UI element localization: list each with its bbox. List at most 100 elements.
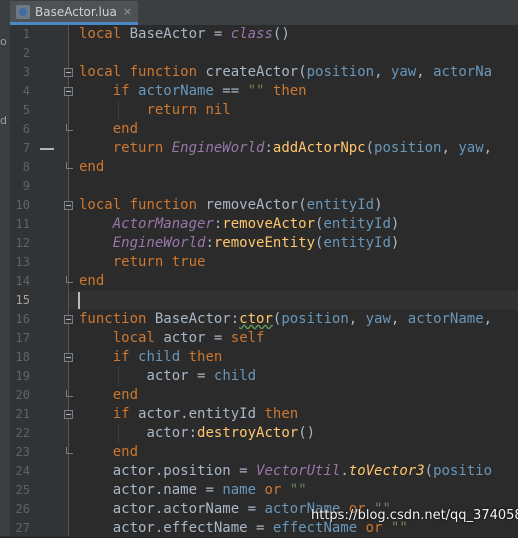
line-number: 26 — [15, 502, 30, 516]
code-line[interactable]: return true — [79, 253, 206, 272]
line-number: 23 — [15, 445, 30, 459]
identifier-token: actor.actorName — [112, 501, 240, 517]
code-line[interactable]: EngineWorld:removeEntity(entityId) — [79, 234, 400, 253]
keyword-token: end — [112, 444, 139, 460]
fold-end-icon[interactable] — [66, 276, 73, 283]
parameter-token: entityId — [323, 216, 391, 232]
line-number: 11 — [15, 217, 30, 231]
parameter-token: actorNa — [433, 64, 493, 80]
parameter-token: child — [138, 349, 181, 365]
line-number: 24 — [15, 464, 30, 478]
parameter-token: entityId — [306, 197, 375, 213]
keyword-token: function — [79, 311, 147, 327]
line-number: 5 — [22, 103, 30, 117]
fold-toggle-icon[interactable] — [64, 201, 73, 210]
parameter-token: yaw — [365, 311, 391, 327]
global-token: EngineWorld — [112, 235, 206, 251]
keyword-token: return — [112, 140, 164, 156]
identifier-token: actor — [146, 368, 189, 384]
code-line[interactable]: actor:destroyActor() — [79, 424, 315, 443]
keyword-token: local — [79, 197, 122, 213]
code-line[interactable]: if actorName == "" then — [79, 82, 307, 101]
global-token: class — [230, 26, 273, 42]
keyword-token: then — [188, 349, 223, 365]
code-line[interactable]: actor.name = name or "" — [79, 481, 307, 500]
parameter-token: child — [213, 368, 257, 384]
code-line[interactable]: local BaseActor = class() — [79, 25, 290, 44]
function-name-token: createActor — [205, 64, 299, 80]
keyword-token: end — [79, 273, 105, 289]
method-token: ctor — [239, 311, 273, 327]
line-number: 10 — [15, 198, 30, 212]
line-number: 4 — [22, 84, 30, 98]
parameter-token: actorName — [407, 311, 484, 327]
line-number: 3 — [22, 65, 30, 79]
keyword-token: return — [146, 102, 198, 118]
code-line[interactable]: if child then — [79, 348, 223, 367]
fold-toggle-icon[interactable] — [64, 87, 73, 96]
left-fragment-text: d — [0, 114, 7, 127]
watermark-text: https://blog.csdn.net/qq_37405874 — [311, 508, 518, 523]
tab-baseactor-lua[interactable]: BaseActor.lua × — [10, 1, 138, 25]
line-number: 14 — [15, 274, 30, 288]
fold-end-icon[interactable] — [66, 390, 73, 397]
fold-toggle-icon[interactable] — [64, 410, 73, 419]
lua-file-icon — [16, 4, 30, 19]
code-line[interactable]: if actor.entityId then — [79, 405, 298, 424]
fold-toggle-icon[interactable] — [64, 68, 73, 77]
tab-filename: BaseActor.lua — [35, 4, 117, 19]
fold-toggle-icon[interactable] — [64, 353, 73, 362]
parameter-token: entityId — [323, 235, 391, 251]
line-number: 6 — [22, 122, 30, 136]
identifier-token: actor.effectName — [112, 520, 248, 536]
code-line[interactable]: end — [79, 386, 138, 405]
code-line[interactable]: local actor = self — [79, 329, 265, 348]
code-line[interactable]: return EngineWorld:addActorNpc(position,… — [79, 139, 492, 158]
line-number: 27 — [15, 521, 30, 535]
code-line[interactable]: function BaseActor:ctor(position, yaw, a… — [79, 310, 492, 329]
line-number-current: 15 — [15, 293, 30, 307]
line-number: 16 — [15, 312, 30, 326]
fold-toggle-icon[interactable] — [64, 315, 73, 324]
fold-end-icon[interactable] — [66, 162, 73, 169]
code-line[interactable]: end — [79, 120, 138, 139]
close-tab-icon[interactable]: × — [123, 5, 132, 18]
identifier-token: actor — [163, 330, 206, 346]
code-line[interactable]: end — [79, 272, 104, 291]
keyword-token: nil — [205, 102, 231, 118]
line-number: 7 — [22, 141, 30, 155]
code-line[interactable]: end — [79, 443, 138, 462]
code-line[interactable]: ActorManager:removeActor(entityId) — [79, 215, 400, 234]
code-line[interactable]: local function removeActor(entityId) — [79, 196, 383, 215]
identifier-token: actor — [146, 425, 189, 441]
line-number: 25 — [15, 483, 30, 497]
line-number: 13 — [15, 255, 30, 269]
code-line[interactable]: return nil — [79, 101, 231, 120]
parameter-token: positio — [433, 463, 493, 479]
keyword-token: self — [230, 330, 265, 346]
fold-end-icon[interactable] — [66, 124, 73, 131]
code-line[interactable]: actor.position = VectorUtil.toVector3(po… — [79, 462, 492, 481]
fold-end-icon[interactable] — [66, 447, 73, 454]
line-number: 17 — [15, 331, 30, 345]
identifier-token: BaseActor — [154, 311, 231, 327]
string-token: "" — [289, 482, 307, 498]
method-token: removeActor — [222, 216, 316, 232]
identifier-token: BaseActor — [129, 26, 206, 42]
line-number: 18 — [15, 350, 30, 364]
change-marker-icon[interactable] — [40, 148, 54, 150]
identifier-token: actor.name — [112, 482, 198, 498]
keyword-token: end — [112, 387, 139, 403]
parameter-token: position — [306, 64, 375, 80]
keyword-token: then — [272, 83, 307, 99]
keyword-token: return — [112, 254, 164, 270]
keyword-token: local — [79, 26, 122, 42]
string-token: "" — [247, 83, 265, 99]
parameter-token: position — [281, 311, 349, 327]
keyword-token: or — [264, 482, 282, 498]
keyword-token: function — [129, 197, 198, 213]
code-line[interactable]: end — [79, 158, 104, 177]
code-line[interactable]: actor = child — [79, 367, 256, 386]
code-line[interactable]: local function createActor(position, yaw… — [79, 63, 492, 82]
line-number: 22 — [15, 426, 30, 440]
